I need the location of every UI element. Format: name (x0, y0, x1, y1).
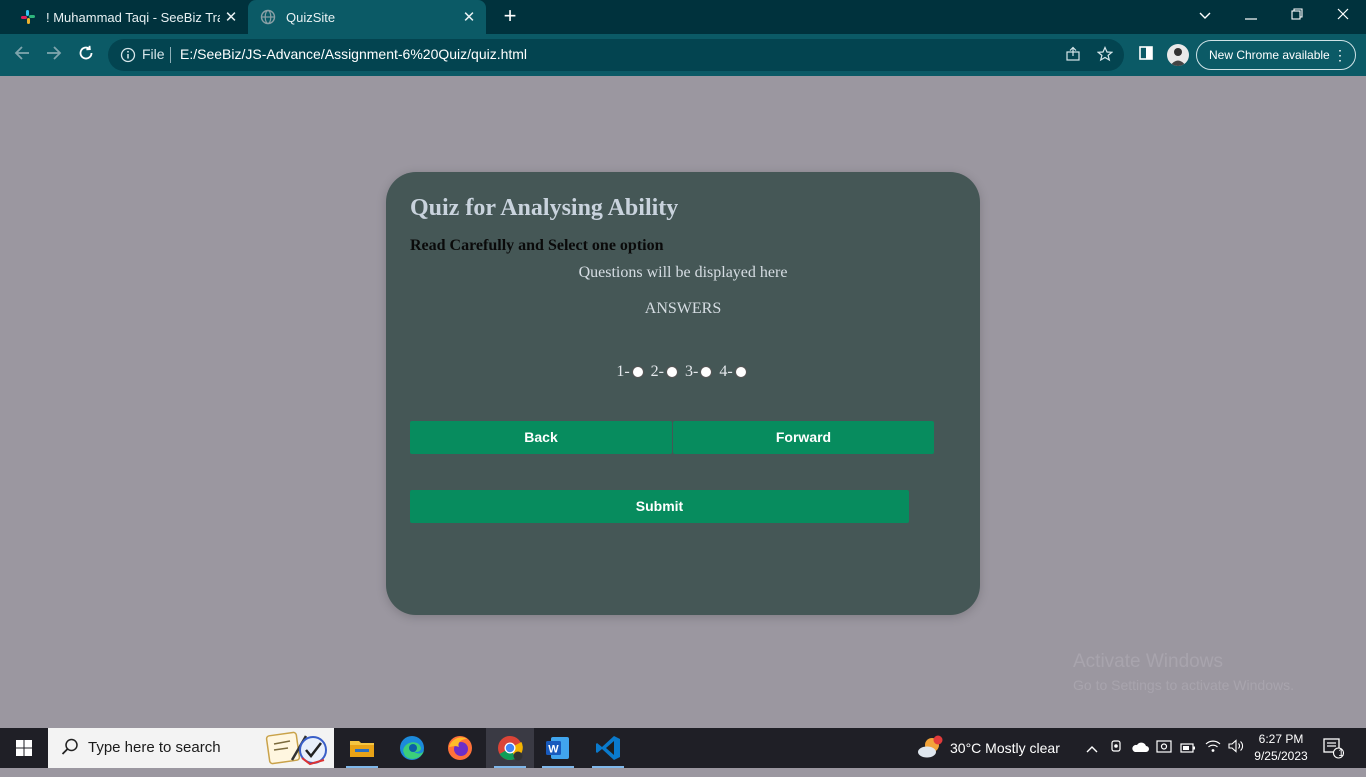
activate-windows-hint: Go to Settings to activate Windows. (1073, 677, 1294, 693)
onedrive-icon[interactable] (1131, 728, 1151, 768)
info-icon[interactable] (120, 47, 136, 63)
minimize-button[interactable] (1228, 0, 1274, 30)
edge-browser-icon[interactable] (388, 728, 436, 768)
globe-icon (260, 9, 276, 25)
taskbar-search-box[interactable]: Type here to search (48, 728, 334, 768)
windows-taskbar: Type here to search W 30°C Mostly clear … (0, 728, 1366, 768)
answers-heading: ANSWERS (644, 300, 722, 317)
search-placeholder: Type here to search (88, 739, 221, 756)
search-highlight-icon[interactable] (264, 730, 330, 766)
profile-avatar[interactable] (1167, 44, 1189, 66)
system-clock[interactable]: 6:27 PM 9/25/2023 (1250, 731, 1312, 765)
option-1: 1- (616, 363, 646, 381)
option-2: 2- (651, 363, 681, 381)
option-label: 1- (616, 363, 630, 380)
tab-slack[interactable]: ! Muhammad Taqi - SeeBiz Trainin ✕ (8, 0, 248, 34)
url-text[interactable]: E:/SeeBiz/JS-Advance/Assignment-6%20Quiz… (180, 46, 527, 62)
option-4: 4- (719, 363, 749, 381)
bookmark-star-icon[interactable] (1096, 46, 1114, 64)
share-icon[interactable] (1064, 46, 1082, 64)
answer-options: 1- 2- 3- 4- (386, 363, 980, 381)
quiz-instructions: Read Carefully and Select one option (410, 237, 664, 254)
quiz-card: Quiz for Analysing Ability Read Carefull… (386, 172, 980, 615)
side-panel-icon[interactable] (1136, 45, 1156, 65)
weather-text[interactable]: 30°C Mostly clear (950, 728, 1060, 768)
security-icon[interactable] (1156, 728, 1174, 768)
slack-icon (20, 9, 36, 25)
option-4-radio[interactable] (734, 366, 747, 378)
page-viewport: Quiz for Analysing Ability Read Carefull… (0, 76, 1366, 728)
option-label: 3- (685, 363, 699, 380)
chrome-taskbar-icon[interactable] (486, 728, 534, 768)
new-tab-button[interactable]: + (498, 4, 522, 28)
option-3: 3- (685, 363, 715, 381)
option-1-radio[interactable] (631, 366, 644, 378)
forward-arrow-icon[interactable] (42, 43, 66, 67)
battery-icon[interactable] (1180, 728, 1198, 768)
clock-time: 6:27 PM (1258, 732, 1304, 746)
tab-quizsite[interactable]: QuizSite ✕ (248, 0, 486, 34)
close-icon[interactable]: ✕ (458, 8, 480, 26)
firefox-icon[interactable] (436, 728, 484, 768)
tab-search-icon[interactable] (1182, 0, 1228, 30)
tab-title: ! Muhammad Taqi - SeeBiz Trainin (46, 9, 220, 25)
clock-date: 9/25/2023 (1254, 749, 1308, 763)
divider (170, 47, 171, 63)
back-arrow-icon[interactable] (10, 43, 34, 67)
close-icon[interactable]: ✕ (220, 8, 242, 26)
reload-icon[interactable] (74, 43, 98, 67)
question-text: Questions will be displayed here (578, 264, 788, 281)
update-chrome-button[interactable]: New Chrome available ⋮ (1196, 40, 1356, 70)
quiz-title: Quiz for Analysing Ability (410, 195, 679, 221)
kebab-menu-icon[interactable]: ⋮ (1333, 41, 1347, 69)
file-explorer-icon[interactable] (338, 728, 386, 768)
submit-button[interactable]: Submit (410, 490, 909, 523)
chevron-up-icon[interactable] (1086, 728, 1100, 768)
option-3-radio[interactable] (700, 366, 713, 378)
word-icon[interactable]: W (534, 728, 582, 768)
browser-tab-strip: ! Muhammad Taqi - SeeBiz Trainin ✕ QuizS… (0, 0, 1366, 34)
restore-button[interactable] (1274, 0, 1320, 30)
meet-now-icon[interactable] (1110, 728, 1124, 768)
wifi-icon[interactable] (1205, 728, 1223, 768)
search-icon (60, 737, 80, 757)
activate-windows-title: Activate Windows (1073, 651, 1223, 672)
volume-icon[interactable] (1228, 728, 1246, 768)
update-label: New Chrome available (1209, 48, 1330, 62)
back-button[interactable]: Back (410, 421, 672, 454)
close-window-button[interactable] (1320, 0, 1366, 30)
option-2-radio[interactable] (666, 366, 678, 378)
scheme-label: File (142, 46, 165, 62)
address-bar[interactable]: File E:/SeeBiz/JS-Advance/Assignment-6%2… (108, 39, 1124, 71)
option-label: 4- (719, 363, 733, 380)
option-label: 2- (650, 363, 664, 380)
vscode-icon[interactable] (584, 728, 632, 768)
notification-count: 1 (1338, 748, 1344, 759)
forward-button[interactable]: Forward (673, 421, 934, 454)
weather-icon[interactable] (916, 728, 946, 768)
browser-toolbar: File E:/SeeBiz/JS-Advance/Assignment-6%2… (0, 34, 1366, 76)
svg-text:W: W (548, 744, 559, 756)
tab-title: QuizSite (286, 9, 336, 25)
windows-start-icon[interactable] (0, 728, 48, 768)
